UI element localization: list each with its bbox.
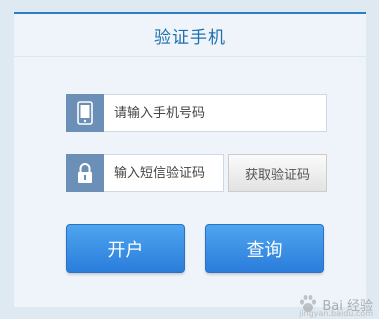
page: 验证手机 请输入手机号码 输入短信验证码 获取验证码 开户 查询 Bai 经验 …: [0, 0, 379, 319]
phone-field: [66, 94, 327, 132]
phone-input[interactable]: [104, 95, 326, 131]
sms-code-input[interactable]: [104, 155, 223, 191]
watermark: Bai 经验 jingyan.baidu.com: [297, 293, 373, 318]
page-title: 验证手机: [154, 27, 226, 48]
sms-field: [66, 154, 224, 192]
phone-row: [66, 94, 327, 132]
sms-row: 获取验证码: [66, 154, 327, 192]
verify-phone-card: 验证手机 请输入手机号码 输入短信验证码 获取验证码 开户 查询: [14, 12, 366, 307]
query-button[interactable]: 查询: [205, 224, 324, 273]
open-account-button[interactable]: 开户: [66, 224, 185, 273]
lock-icon: [66, 154, 104, 192]
card-header: 验证手机: [14, 14, 366, 57]
mobile-phone-icon: [66, 94, 104, 132]
get-code-button[interactable]: 获取验证码: [228, 154, 327, 192]
watermark-url: jingyan.baidu.com: [299, 309, 373, 318]
